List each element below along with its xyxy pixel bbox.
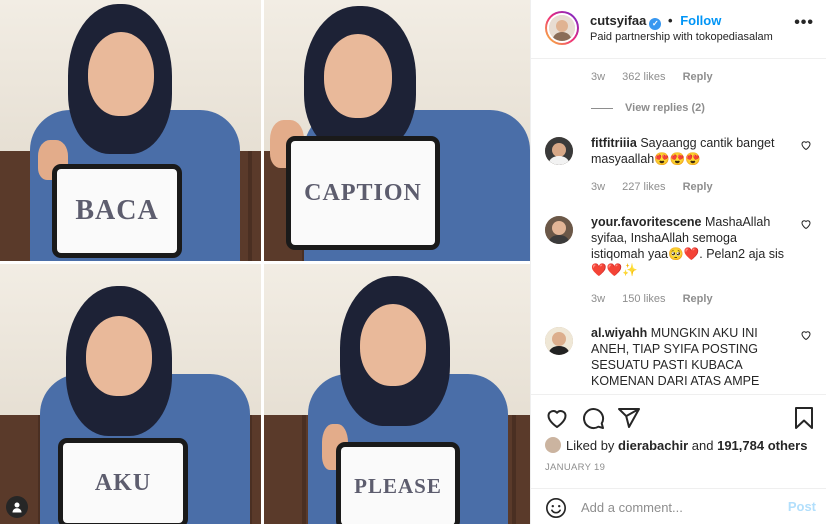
commenter-username[interactable]: al.wiyahh [591, 326, 647, 340]
commenter-username[interactable]: your.favoritescene [591, 215, 701, 229]
comment-time: 3w [591, 71, 606, 83]
comment-item: fitfitriiia Sayaangg cantik banget masya… [545, 135, 812, 197]
add-comment-bar: Post [531, 488, 826, 526]
sign-text: CAPTION [291, 141, 435, 245]
post-header: cutsyifaa ✓ • Follow Paid partnership wit… [531, 0, 826, 59]
author-avatar[interactable] [545, 11, 579, 45]
comment-meta: 3w 362 likes Reply [591, 71, 727, 83]
emoji-icon[interactable] [545, 497, 567, 519]
more-options-button[interactable]: ••• [794, 14, 814, 32]
comment-text: fitfitriiia Sayaangg cantik banget masya… [591, 135, 786, 167]
comment-text: your.favoritescene MashaAllah syifaa, In… [591, 214, 786, 278]
likes-prefix: Liked by [566, 437, 615, 453]
face [86, 316, 152, 396]
sign-tablet: CAPTION [286, 136, 440, 250]
sign-text: AKU [63, 443, 183, 523]
comment-meta: 3w 150 likes Reply [591, 293, 727, 305]
photo-tile-3: AKU [0, 264, 261, 524]
heart-icon[interactable] [800, 329, 812, 341]
comment-time: 3w [591, 293, 606, 305]
heart-icon[interactable] [800, 218, 812, 230]
heart-icon[interactable] [800, 139, 812, 151]
sign-tablet: AKU [58, 438, 188, 524]
commenter-avatar[interactable] [545, 137, 573, 165]
follow-button[interactable]: Follow [680, 13, 721, 28]
view-replies-button[interactable]: View replies (2) [591, 102, 705, 114]
divider-line [591, 107, 613, 109]
liker-avatar[interactable] [545, 437, 561, 453]
comment-item: your.favoritescene MashaAllah syifaa, In… [545, 214, 812, 312]
sign-text: PLEASE [341, 447, 455, 524]
face [88, 32, 154, 116]
sign-tablet: PLEASE [336, 442, 460, 524]
others-count[interactable]: 191,784 others [717, 438, 807, 453]
photo-tile-2: CAPTION [264, 0, 530, 261]
share-icon[interactable] [617, 406, 641, 430]
likes-summary: Liked by dierabachir and 191,784 others [545, 437, 807, 453]
likes-and: and [691, 437, 714, 453]
comment-text: al.wiyahh MUNGKIN AKU INI ANEH, TIAP SYI… [591, 325, 786, 389]
reply-button[interactable]: Reply [683, 71, 713, 83]
heart-icon[interactable] [545, 406, 569, 430]
commenter-avatar[interactable] [545, 216, 573, 244]
reply-button[interactable]: Reply [683, 181, 713, 193]
post-button[interactable]: Post [788, 499, 816, 514]
comment-likes[interactable]: 150 likes [622, 293, 665, 305]
photo-tile-4: PLEASE [264, 264, 530, 524]
comment-item: al.wiyahh MUNGKIN AKU INI ANEH, TIAP SYI… [545, 325, 812, 393]
comment-likes[interactable]: 227 likes [622, 181, 665, 193]
photo-tile-1: BACA [0, 0, 261, 261]
post-media[interactable]: BACA CAPTION AKU PLEASE [0, 0, 530, 524]
post-side-panel: cutsyifaa ✓ • Follow Paid partnership wit… [530, 0, 826, 524]
commenter-avatar[interactable] [545, 327, 573, 355]
commenter-username[interactable]: fitfitriiia [591, 136, 637, 150]
author-username[interactable]: cutsyifaa [590, 13, 646, 28]
comment-time: 3w [591, 181, 606, 193]
comments-list[interactable]: 3w 362 likes Reply View replies (2) fitf… [531, 59, 826, 393]
post-date[interactable]: JANUARY 19 [545, 462, 605, 473]
comment-meta: 3w 227 likes Reply [591, 181, 727, 193]
comment-icon[interactable] [581, 406, 605, 430]
comment-likes[interactable]: 362 likes [622, 71, 665, 83]
author-line: cutsyifaa ✓ • Follow [590, 13, 721, 30]
face [360, 304, 426, 386]
user-tag-icon[interactable] [6, 496, 28, 518]
sign-text: BACA [57, 169, 177, 253]
verified-badge-icon: ✓ [649, 18, 662, 30]
follow-separator: • [668, 13, 673, 28]
comment-input[interactable] [581, 497, 771, 517]
first-liker[interactable]: dierabachir [618, 438, 688, 453]
bookmark-icon[interactable] [792, 406, 816, 430]
reply-button[interactable]: Reply [683, 293, 713, 305]
post-actions: Liked by dierabachir and 191,784 others … [531, 394, 826, 525]
sign-tablet: BACA [52, 164, 182, 258]
view-replies-label: View replies (2) [625, 102, 705, 114]
face [324, 34, 392, 118]
paid-partnership-label[interactable]: Paid partnership with tokopediasalam [590, 31, 773, 43]
